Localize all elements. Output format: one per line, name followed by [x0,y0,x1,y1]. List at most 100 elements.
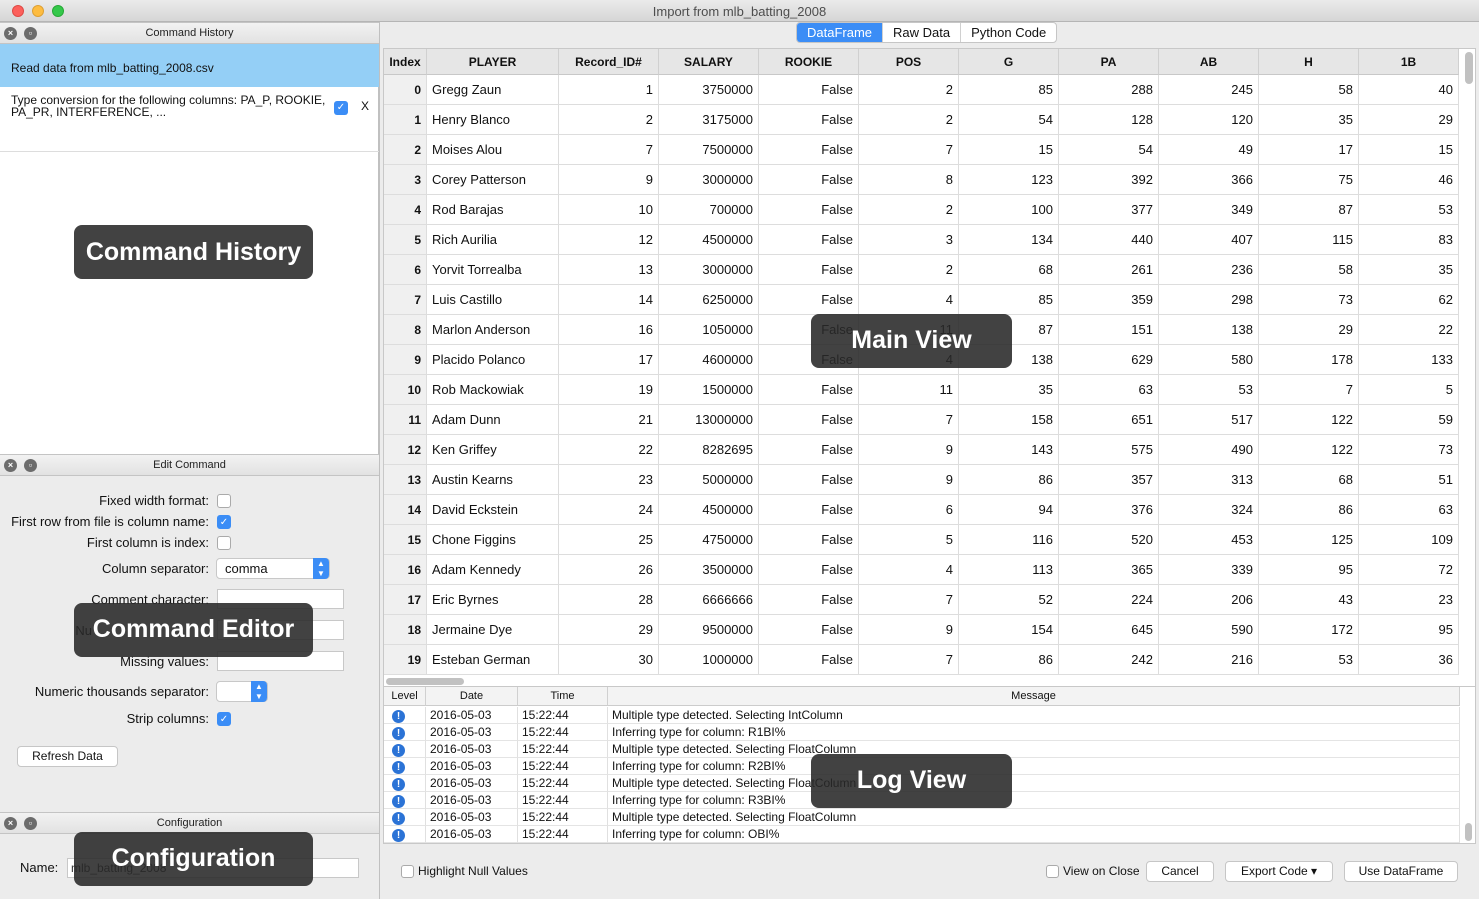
table-cell[interactable]: 5 [859,525,959,555]
table-cell[interactable]: 245 [1159,75,1259,105]
table-cell[interactable]: 115 [1259,225,1359,255]
table-cell[interactable]: 7 [859,135,959,165]
table-cell[interactable]: 85 [959,285,1059,315]
table-cell[interactable]: 86 [959,645,1059,675]
table-cell[interactable]: 16 [559,315,659,345]
table-cell[interactable]: 2 [559,105,659,135]
table-cell[interactable]: 1 [559,75,659,105]
table-cell[interactable]: 125 [1259,525,1359,555]
history-item-remove-button[interactable]: X [361,100,369,112]
table-cell[interactable]: 1000000 [659,645,759,675]
table-cell[interactable]: Jermaine Dye [427,615,559,645]
table-cell[interactable]: 53 [1359,195,1459,225]
table-cell[interactable]: 68 [959,255,1059,285]
table-cell[interactable]: Gregg Zaun [427,75,559,105]
table-cell[interactable]: 63 [1359,495,1459,525]
table-cell[interactable]: Adam Kennedy [427,555,559,585]
table-cell[interactable]: 520 [1059,525,1159,555]
refresh-data-button[interactable]: Refresh Data [17,746,118,767]
table-cell[interactable]: 645 [1059,615,1159,645]
table-cell[interactable]: False [759,195,859,225]
table-cell[interactable]: False [759,645,859,675]
table-cell[interactable]: 4 [859,555,959,585]
table-cell[interactable]: 58 [1259,75,1359,105]
dataframe-table[interactable]: Index PLAYER Record_ID# SALARY ROOKIE POS G PA A… [383,48,1476,688]
table-cell[interactable]: Placido Polanco [427,345,559,375]
table-cell[interactable]: 19 [559,375,659,405]
table-cell[interactable]: 46 [1359,165,1459,195]
table-cell[interactable]: False [759,135,859,165]
table-cell[interactable]: 158 [959,405,1059,435]
table-cell[interactable]: 3500000 [659,555,759,585]
table-row-index[interactable]: 7 [384,285,427,315]
table-cell[interactable]: Marlon Anderson [427,315,559,345]
first-col-checkbox[interactable] [217,536,231,550]
table-cell[interactable]: Rob Mackowiak [427,375,559,405]
table-cell[interactable]: False [759,375,859,405]
table-row-index[interactable]: 3 [384,165,427,195]
table-cell[interactable]: 3750000 [659,75,759,105]
table-cell[interactable]: 40 [1359,75,1459,105]
table-cell[interactable]: 580 [1159,345,1259,375]
table-cell[interactable]: 236 [1159,255,1259,285]
table-cell[interactable]: Corey Patterson [427,165,559,195]
table-cell[interactable]: 261 [1059,255,1159,285]
table-cell[interactable]: 68 [1259,465,1359,495]
table-cell[interactable]: 629 [1059,345,1159,375]
table-cell[interactable]: 30 [559,645,659,675]
table-cell[interactable]: 224 [1059,585,1159,615]
table-cell[interactable]: False [759,285,859,315]
table-cell[interactable]: 4750000 [659,525,759,555]
table-cell[interactable]: 28 [559,585,659,615]
table-column-header[interactable]: PLAYER [427,49,559,75]
table-cell[interactable]: 116 [959,525,1059,555]
table-cell[interactable]: 2 [859,255,959,285]
table-cell[interactable]: 87 [1259,195,1359,225]
table-cell[interactable]: 365 [1059,555,1159,585]
table-cell[interactable]: Austin Kearns [427,465,559,495]
export-code-button[interactable]: Export Code ▾ [1225,861,1333,882]
tab-raw-data[interactable]: Raw Data [883,23,962,42]
table-row-index[interactable]: 19 [384,645,427,675]
table-cell[interactable]: 4600000 [659,345,759,375]
table-cell[interactable]: False [759,615,859,645]
table-cell[interactable]: 7 [559,135,659,165]
table-cell[interactable]: 75 [1259,165,1359,195]
table-cell[interactable]: 51 [1359,465,1459,495]
table-cell[interactable]: 324 [1159,495,1259,525]
table-column-header[interactable]: Record_ID# [559,49,659,75]
table-cell[interactable]: David Eckstein [427,495,559,525]
table-cell[interactable]: Chone Figgins [427,525,559,555]
table-cell[interactable]: 85 [959,75,1059,105]
table-cell[interactable]: 26 [559,555,659,585]
table-cell[interactable]: 178 [1259,345,1359,375]
table-cell[interactable]: 95 [1259,555,1359,585]
table-row-index[interactable]: 10 [384,375,427,405]
table-cell[interactable]: 73 [1259,285,1359,315]
table-cell[interactable]: 1500000 [659,375,759,405]
table-cell[interactable]: 9 [859,465,959,495]
table-cell[interactable]: 24 [559,495,659,525]
table-cell[interactable]: Rich Aurilia [427,225,559,255]
log-column-header[interactable]: Level [384,687,426,706]
table-cell[interactable]: 86 [959,465,1059,495]
table-cell[interactable]: Eric Byrnes [427,585,559,615]
table-cell[interactable]: 8 [859,165,959,195]
table-row-index[interactable]: 18 [384,615,427,645]
table-cell[interactable]: 154 [959,615,1059,645]
table-row-index[interactable]: 16 [384,555,427,585]
table-cell[interactable]: 3 [859,225,959,255]
table-cell[interactable]: 3000000 [659,165,759,195]
table-cell[interactable]: 83 [1359,225,1459,255]
table-cell[interactable]: 17 [559,345,659,375]
table-cell[interactable]: 700000 [659,195,759,225]
table-cell[interactable]: 2 [859,75,959,105]
table-cell[interactable]: False [759,105,859,135]
table-cell[interactable]: Rod Barajas [427,195,559,225]
table-row-index[interactable]: 5 [384,225,427,255]
table-cell[interactable]: 651 [1059,405,1159,435]
table-cell[interactable]: 63 [1059,375,1159,405]
table-cell[interactable]: 298 [1159,285,1259,315]
table-cell[interactable]: 339 [1159,555,1259,585]
table-cell[interactable]: 29 [1259,315,1359,345]
